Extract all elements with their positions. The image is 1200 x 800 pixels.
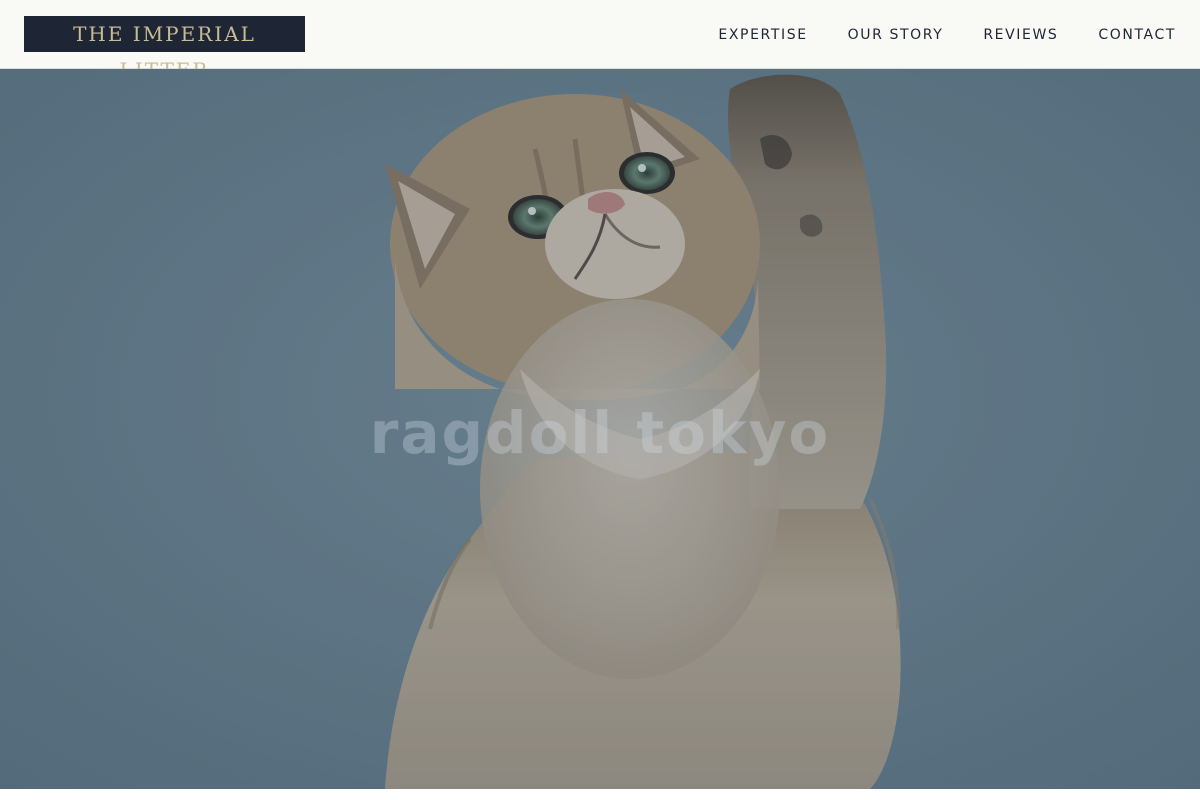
site-header: THE IMPERIAL LITTER EXPERTISE OUR STORY … — [0, 0, 1200, 82]
nav-link-our-story[interactable]: OUR STORY — [848, 27, 944, 43]
page-bottom-strip — [0, 789, 1200, 800]
brand-logo[interactable]: THE IMPERIAL LITTER — [24, 16, 305, 82]
nav-link-expertise[interactable]: EXPERTISE — [718, 27, 807, 43]
hero-title: ragdoll tokyo — [369, 399, 831, 467]
nav-link-reviews[interactable]: REVIEWS — [983, 27, 1058, 43]
hero-section: ragdoll tokyo — [0, 69, 1200, 789]
main-nav: EXPERTISE OUR STORY REVIEWS CONTACT — [718, 0, 1176, 69]
nav-link-contact[interactable]: CONTACT — [1098, 27, 1176, 43]
